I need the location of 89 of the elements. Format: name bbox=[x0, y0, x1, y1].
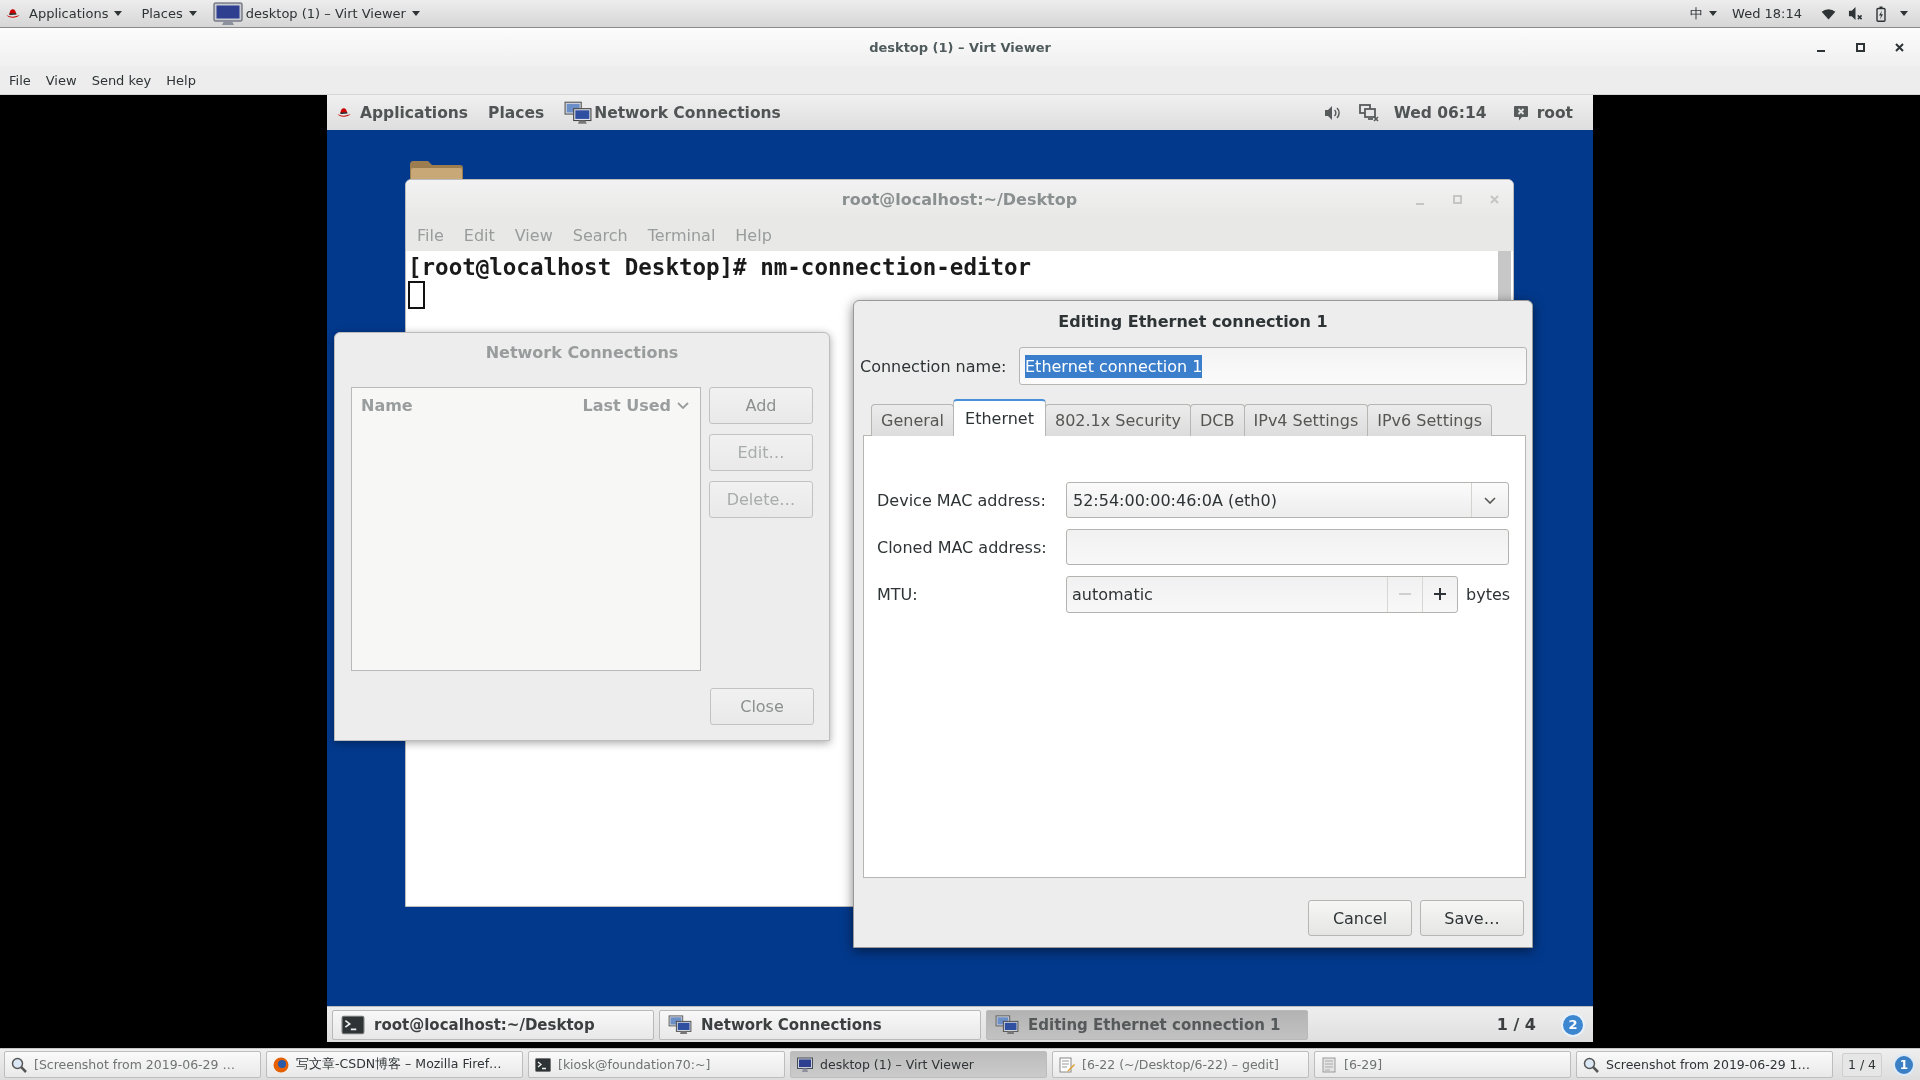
user-menu[interactable]: root bbox=[1512, 98, 1573, 127]
chevron-down-icon bbox=[1484, 496, 1496, 504]
maximize-icon bbox=[1452, 195, 1462, 204]
network-offline-icon[interactable] bbox=[1358, 103, 1379, 122]
panel-menu[interactable]: Applications bbox=[29, 2, 123, 25]
workspace-indicator[interactable]: 1 / 4 bbox=[1842, 1052, 1883, 1077]
tab[interactable]: General bbox=[871, 404, 955, 436]
plus-icon bbox=[1434, 588, 1446, 600]
clock-button[interactable]: Wed 06:14 bbox=[1393, 98, 1487, 127]
caret-icon bbox=[411, 11, 420, 16]
minimize-icon bbox=[1416, 202, 1424, 205]
notification-counter[interactable]: 1 bbox=[1893, 1053, 1915, 1076]
taskbar-button[interactable]: desktop (1) – Virt Viewer bbox=[790, 1051, 1047, 1078]
caret-icon[interactable] bbox=[1900, 11, 1908, 16]
taskbar-button[interactable]: [6-22 (~/Desktop/6-22) – gedit] bbox=[1052, 1051, 1309, 1078]
minus-icon bbox=[1399, 593, 1411, 595]
tab[interactable]: IPv4 Settings bbox=[1243, 404, 1369, 436]
text-cursor bbox=[408, 281, 425, 309]
battery-icon[interactable] bbox=[1876, 5, 1886, 22]
input-method-menu[interactable]: 中 bbox=[1690, 2, 1718, 25]
wifi-icon[interactable] bbox=[1821, 7, 1836, 20]
monitor-icon bbox=[797, 1056, 813, 1073]
clock-button[interactable]: Wed 18:14 bbox=[1732, 2, 1802, 25]
minimize-icon bbox=[1817, 50, 1825, 52]
browser-logo-icon bbox=[273, 1056, 289, 1073]
terminal-icon bbox=[341, 1014, 365, 1035]
caret-icon bbox=[188, 11, 197, 16]
taskbar-button[interactable]: [Screenshot from 2019-06-29 … bbox=[4, 1051, 261, 1078]
speaker-muted-icon[interactable] bbox=[1848, 6, 1863, 21]
dropdown-field[interactable]: 52:54:00:00:46:0A (eth0) bbox=[1066, 482, 1509, 518]
chat-bubble-icon bbox=[1512, 104, 1529, 121]
network-monitors-icon bbox=[668, 1014, 692, 1035]
maximize-icon bbox=[1855, 42, 1865, 52]
terminal-icon bbox=[535, 1056, 551, 1073]
menu-item[interactable]: File bbox=[9, 69, 31, 91]
close-icon bbox=[1489, 195, 1499, 204]
taskbar-button[interactable]: 写文章-CSDN博客 – Mozilla Firef… bbox=[266, 1051, 523, 1078]
menu-item[interactable]: Help bbox=[166, 69, 196, 91]
unit-label: bytes bbox=[1466, 584, 1511, 604]
magnifier-icon bbox=[11, 1056, 27, 1073]
taskbar-button[interactable]: Screenshot from 2019-06-29 1… bbox=[1576, 1051, 1833, 1078]
close-icon bbox=[1894, 42, 1904, 52]
app-menu[interactable]: Network Connections bbox=[564, 98, 781, 127]
spin-field[interactable]: automatic bbox=[1066, 575, 1458, 613]
scrollbar[interactable] bbox=[1498, 251, 1511, 301]
field-label: Connection name: bbox=[860, 356, 1008, 376]
hat-logo-icon bbox=[337, 107, 351, 118]
field-text: Ethernet connection 1 bbox=[1025, 354, 1203, 378]
dialog-title: Editing Ethernet connection 1 bbox=[1057, 311, 1329, 333]
notification-counter[interactable]: 2 bbox=[1561, 1012, 1585, 1037]
terminal-line: [root@localhost Desktop]# nm-connection-editor bbox=[408, 254, 1033, 280]
network-monitors-icon bbox=[564, 100, 593, 125]
input-field[interactable] bbox=[1066, 529, 1509, 565]
hat-logo-icon bbox=[6, 8, 20, 19]
tab[interactable]: 802.1x Security bbox=[1045, 404, 1192, 436]
network-monitors-icon bbox=[995, 1014, 1019, 1035]
chevron-down-icon bbox=[677, 401, 689, 409]
window-menu[interactable]: desktop (1) – Virt Viewer bbox=[245, 2, 420, 25]
taskbar-button[interactable]: Editing Ethernet connection 1 bbox=[986, 1009, 1308, 1040]
menu-item[interactable]: View bbox=[45, 69, 77, 91]
window-title: desktop (1) – Virt Viewer bbox=[869, 39, 1051, 55]
panel-menu[interactable]: Applications bbox=[360, 98, 469, 127]
dialog-button[interactable]: Save… bbox=[1420, 900, 1524, 936]
connection-name-field[interactable]: Ethernet connection 1 bbox=[1019, 347, 1527, 385]
caret-icon bbox=[114, 11, 123, 16]
window-title: root@localhost:~/Desktop bbox=[841, 190, 1078, 209]
taskbar-button[interactable]: [6-29] bbox=[1314, 1051, 1571, 1078]
caret-icon bbox=[1709, 11, 1718, 16]
workspace-indicator[interactable]: 1 / 4 bbox=[1496, 1015, 1536, 1034]
dialog-button[interactable]: Cancel bbox=[1308, 900, 1412, 936]
field-label: Device MAC address: bbox=[877, 490, 1047, 510]
tab[interactable]: DCB bbox=[1190, 404, 1245, 436]
document-icon bbox=[1321, 1056, 1337, 1073]
tab[interactable]: IPv6 Settings bbox=[1367, 404, 1492, 436]
tab[interactable]: Ethernet bbox=[953, 399, 1046, 436]
dialog-title: Network Connections bbox=[484, 341, 680, 364]
taskbar-button[interactable]: Network Connections bbox=[659, 1009, 981, 1040]
taskbar-button[interactable]: root@localhost:~/Desktop bbox=[332, 1009, 654, 1040]
menu-item[interactable]: Send key bbox=[91, 69, 152, 91]
panel-menu[interactable]: Places bbox=[488, 98, 545, 127]
panel-menu[interactable]: Places bbox=[141, 2, 197, 25]
field-label: Cloned MAC address: bbox=[877, 537, 1048, 557]
magnifier-icon bbox=[1583, 1056, 1599, 1073]
folder-icon[interactable] bbox=[410, 160, 463, 179]
monitor-icon bbox=[212, 1, 243, 26]
taskbar-button[interactable]: [kiosk@foundation70:~] bbox=[528, 1051, 785, 1078]
notepad-pencil-icon bbox=[1059, 1056, 1075, 1073]
speaker-icon[interactable] bbox=[1323, 104, 1342, 121]
field-label: MTU: bbox=[877, 584, 919, 604]
